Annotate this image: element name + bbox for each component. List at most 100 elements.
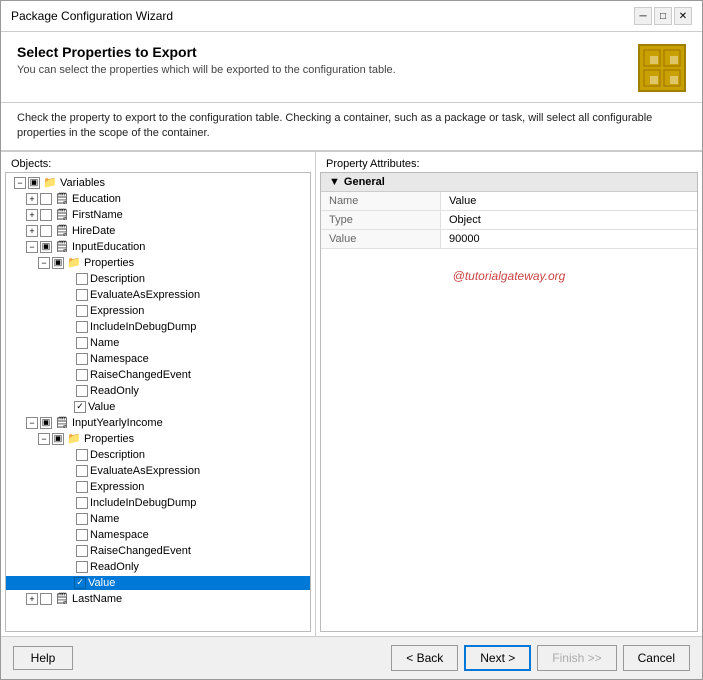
expander-name1 [62, 337, 74, 349]
label-includeindebugdump2: IncludeInDebugDump [90, 497, 196, 509]
minimize-button[interactable]: ─ [634, 7, 652, 25]
expander-properties2[interactable]: − [38, 433, 50, 445]
checkbox-name1[interactable] [76, 337, 88, 349]
checkbox-hiredate[interactable] [40, 225, 52, 237]
tree-row-hiredate[interactable]: + 🗒 HireDate [6, 224, 310, 238]
tree-container[interactable]: − ▣ 📁 Variables + 🗒 Education [5, 172, 311, 632]
checkbox-firstname[interactable] [40, 209, 52, 221]
label-value2: Value [88, 577, 115, 589]
checkbox-value1[interactable]: ✓ [74, 401, 86, 413]
item-icon-firstname: 🗒 [54, 209, 70, 221]
tree-row-variables[interactable]: − ▣ 📁 Variables [6, 176, 310, 190]
tree-row-value1[interactable]: ✓ Value [6, 400, 117, 414]
list-item: IncludeInDebugDump [6, 319, 310, 335]
tree-row-properties1[interactable]: − ▣ 📁 Properties [6, 256, 310, 270]
checkbox-lastname[interactable] [40, 593, 52, 605]
label-inputeducation: InputEducation [72, 241, 145, 253]
tree-row-expression2[interactable]: Expression [6, 480, 310, 494]
checkbox-includeindebugdump2[interactable] [76, 497, 88, 509]
tree-row-inputyearlyincome[interactable]: − ▣ 🗒 InputYearlyIncome [6, 416, 310, 430]
label-evaluateasexpression1: EvaluateAsExpression [90, 289, 200, 301]
checkbox-variables[interactable]: ▣ [28, 177, 40, 189]
label-expression2: Expression [90, 481, 144, 493]
checkbox-namespace1[interactable] [76, 353, 88, 365]
tree-row-includeindebugdump1[interactable]: IncludeInDebugDump [6, 320, 310, 334]
tree-row-expression1[interactable]: Expression [6, 304, 310, 318]
checkbox-description1[interactable] [76, 273, 88, 285]
checkbox-evaluateasexpression1[interactable] [76, 289, 88, 301]
expander-variables[interactable]: − [14, 177, 26, 189]
tree-row-firstname[interactable]: + 🗒 FirstName [6, 208, 310, 222]
tree-row-readonly2[interactable]: ReadOnly [6, 560, 310, 574]
list-item: − ▣ 📁 Variables [6, 175, 310, 191]
tree-row-namespace2[interactable]: Namespace [6, 528, 310, 542]
tree-row-readonly1[interactable]: ReadOnly [6, 384, 310, 398]
checkbox-properties1[interactable]: ▣ [52, 257, 64, 269]
tree-row-education[interactable]: + 🗒 Education [6, 192, 310, 206]
checkbox-name2[interactable] [76, 513, 88, 525]
tree-row-includeindebugdump2[interactable]: IncludeInDebugDump [6, 496, 310, 510]
expander-inputyearlyincome[interactable]: − [26, 417, 38, 429]
checkbox-readonly2[interactable] [76, 561, 88, 573]
list-item: EvaluateAsExpression [6, 287, 310, 303]
checkbox-raisechangedevent1[interactable] [76, 369, 88, 381]
tree-row-name2[interactable]: Name [6, 512, 310, 526]
expander-namespace1 [62, 353, 74, 365]
tree-row-evaluateasexpression2[interactable]: EvaluateAsExpression [6, 464, 310, 478]
expander-lastname[interactable]: + [26, 593, 38, 605]
checkbox-description2[interactable] [76, 449, 88, 461]
tree-row-inputeducation[interactable]: − ▣ 🗒 InputEducation [6, 240, 310, 254]
checkbox-readonly1[interactable] [76, 385, 88, 397]
expander-education[interactable]: + [26, 193, 38, 205]
checkbox-expression2[interactable] [76, 481, 88, 493]
checkbox-education[interactable] [40, 193, 52, 205]
maximize-button[interactable]: □ [654, 7, 672, 25]
tree-row-name1[interactable]: Name [6, 336, 310, 350]
prop-val-type: Object [441, 211, 697, 229]
tree-row-lastname[interactable]: + 🗒 LastName [6, 592, 310, 606]
tree-row-value2[interactable]: ✓ Value [6, 576, 310, 590]
checkbox-includeindebugdump1[interactable] [76, 321, 88, 333]
label-includeindebugdump1: IncludeInDebugDump [90, 321, 196, 333]
tree-row-properties2[interactable]: − ▣ 📁 Properties [6, 432, 310, 446]
checkbox-namespace2[interactable] [76, 529, 88, 541]
header-text: Select Properties to Export You can sele… [17, 44, 396, 76]
help-button[interactable]: Help [13, 646, 73, 670]
expander-inputeducation[interactable]: − [26, 241, 38, 253]
tree-row-evaluateasexpression1[interactable]: EvaluateAsExpression [6, 288, 310, 302]
checkbox-raisechangedevent2[interactable] [76, 545, 88, 557]
tree-row-raisechangedevent2[interactable]: RaiseChangedEvent [6, 544, 310, 558]
cancel-button[interactable]: Cancel [623, 645, 690, 671]
list-item: Description [6, 271, 310, 287]
checkbox-evaluateasexpression2[interactable] [76, 465, 88, 477]
label-description2: Description [90, 449, 145, 461]
tree-row-raisechangedevent1[interactable]: RaiseChangedEvent [6, 368, 310, 382]
list-item: Expression [6, 479, 310, 495]
tree-row-description2[interactable]: Description [6, 448, 310, 462]
label-evaluateasexpression2: EvaluateAsExpression [90, 465, 200, 477]
collapse-icon[interactable]: ▼ [329, 176, 340, 188]
checkbox-expression1[interactable] [76, 305, 88, 317]
right-panel: Property Attributes: ▼ General Name Valu… [316, 152, 702, 636]
label-firstname: FirstName [72, 209, 123, 221]
tree-row-description1[interactable]: Description [6, 272, 310, 286]
property-attributes-label: Property Attributes: [316, 152, 702, 172]
tree-row-namespace1[interactable]: Namespace [6, 352, 310, 366]
checkbox-inputeducation[interactable]: ▣ [40, 241, 52, 253]
back-button[interactable]: < Back [391, 645, 458, 671]
expander-includeindebugdump1 [62, 321, 74, 333]
list-item: Namespace [6, 351, 310, 367]
checkbox-inputyearlyincome[interactable]: ▣ [40, 417, 52, 429]
prop-row-value: Value 90000 [321, 230, 697, 249]
finish-button[interactable]: Finish >> [537, 645, 616, 671]
expander-hiredate[interactable]: + [26, 225, 38, 237]
next-button[interactable]: Next > [464, 645, 531, 671]
checkbox-properties2[interactable]: ▣ [52, 433, 64, 445]
list-item: − ▣ 🗒 InputYearlyIncome [6, 415, 310, 431]
item-icon-inputeducation: 🗒 [54, 241, 70, 253]
expander-properties1[interactable]: − [38, 257, 50, 269]
close-button[interactable]: ✕ [674, 7, 692, 25]
expander-firstname[interactable]: + [26, 209, 38, 221]
checkbox-value2[interactable]: ✓ [74, 577, 86, 589]
label-name1: Name [90, 337, 119, 349]
